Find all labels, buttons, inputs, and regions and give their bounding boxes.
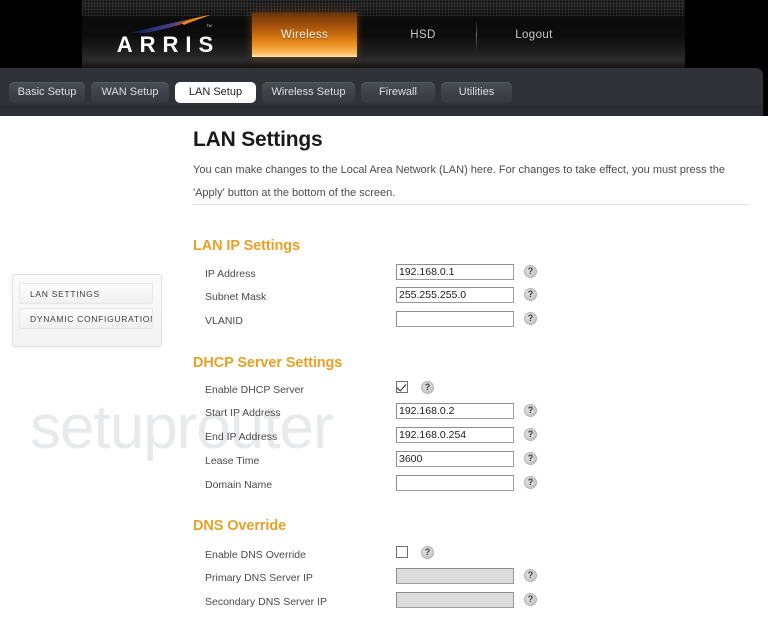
label-ip-address: IP Address	[205, 268, 256, 280]
arris-wordmark: ARRIS	[116, 32, 221, 57]
arris-logo[interactable]: TM ARRIS	[100, 14, 230, 62]
field-row-end-ip: End IP Address ?	[193, 427, 543, 447]
field-row-ip-address: IP Address ?	[193, 264, 543, 284]
site-header: TM ARRIS Wireless HSD Logout	[82, 0, 685, 70]
input-lease-time[interactable]	[396, 451, 514, 467]
input-end-ip-address[interactable]	[396, 427, 514, 443]
label-primary-dns-server-ip: Primary DNS Server IP	[205, 572, 313, 584]
field-row-primary-dns: Primary DNS Server IP ?	[193, 568, 543, 588]
sidebar-item-dynamic-configuration[interactable]: DYNAMIC CONFIGURATION	[19, 308, 153, 329]
help-icon-start-ip-address[interactable]: ?	[524, 404, 537, 417]
main-tab-bar: Basic Setup WAN Setup LAN Setup Wireless…	[0, 68, 763, 116]
topnav-item-hsd[interactable]: HSD	[380, 13, 466, 57]
lan-sidebar-menu: LAN SETTINGS DYNAMIC CONFIGURATION	[12, 274, 162, 347]
label-end-ip-address: End IP Address	[205, 431, 278, 443]
svg-text:TM: TM	[206, 23, 212, 28]
field-row-vlanid: VLANID ?	[193, 311, 543, 331]
help-icon-end-ip-address[interactable]: ?	[524, 428, 537, 441]
topnav-item-wireless[interactable]: Wireless	[252, 13, 357, 57]
tab-basic-setup[interactable]: Basic Setup	[9, 82, 85, 103]
field-row-enable-dhcp: Enable DHCP Server ?	[193, 380, 543, 400]
label-enable-dhcp-server: Enable DHCP Server	[205, 384, 305, 396]
input-domain-name[interactable]	[396, 475, 514, 491]
field-row-subnet-mask: Subnet Mask ?	[193, 287, 543, 307]
input-ip-address[interactable]	[396, 264, 514, 280]
help-icon-secondary-dns-server-ip[interactable]: ?	[524, 593, 537, 606]
label-secondary-dns-server-ip: Secondary DNS Server IP	[205, 596, 327, 608]
field-row-enable-dns-override: Enable DNS Override ?	[193, 545, 543, 565]
label-enable-dns-override: Enable DNS Override	[205, 549, 306, 561]
topnav-item-logout[interactable]: Logout	[488, 13, 580, 57]
help-icon-ip-address[interactable]: ?	[524, 265, 537, 278]
checkbox-enable-dns-override[interactable]	[396, 546, 408, 558]
help-icon-lease-time[interactable]: ?	[524, 452, 537, 465]
tab-utilities[interactable]: Utilities	[441, 82, 512, 103]
help-icon-enable-dhcp-server[interactable]: ?	[421, 381, 434, 394]
field-row-secondary-dns: Secondary DNS Server IP ?	[193, 592, 543, 612]
help-icon-primary-dns-server-ip[interactable]: ?	[524, 569, 537, 582]
help-icon-vlanid[interactable]: ?	[524, 312, 537, 325]
field-row-domain-name: Domain Name ?	[193, 475, 543, 495]
input-secondary-dns-server-ip	[396, 592, 514, 608]
sidebar-item-lan-settings[interactable]: LAN SETTINGS	[19, 283, 153, 304]
arris-swoosh-icon: TM	[128, 15, 212, 33]
page-description: You can make changes to the Local Area N…	[193, 164, 725, 199]
topnav-divider	[476, 20, 477, 50]
browser-screen: TM ARRIS Wireless HSD Logout Basic Setup…	[0, 0, 768, 627]
input-vlanid[interactable]	[396, 311, 514, 327]
tab-lan-setup[interactable]: LAN Setup	[175, 82, 256, 103]
tab-firewall[interactable]: Firewall	[361, 82, 435, 103]
help-icon-enable-dns-override[interactable]: ?	[421, 546, 434, 559]
input-primary-dns-server-ip	[396, 568, 514, 584]
input-subnet-mask[interactable]	[396, 287, 514, 303]
page-content: setuprouter LAN SETTINGS DYNAMIC CONFIGU…	[0, 116, 768, 627]
section-title-lan-ip: LAN IP Settings	[193, 238, 300, 254]
section-divider	[193, 204, 749, 205]
tab-wan-setup[interactable]: WAN Setup	[91, 82, 169, 103]
section-title-dns-override: DNS Override	[193, 518, 287, 534]
help-icon-domain-name[interactable]: ?	[524, 476, 537, 489]
page-title: LAN Settings	[193, 128, 323, 151]
field-row-lease-time: Lease Time ?	[193, 451, 543, 471]
field-row-start-ip: Start IP Address ?	[193, 403, 543, 423]
section-title-dhcp: DHCP Server Settings	[193, 355, 343, 371]
help-icon-subnet-mask[interactable]: ?	[524, 288, 537, 301]
tab-wireless-setup[interactable]: Wireless Setup	[262, 82, 355, 103]
label-lease-time: Lease Time	[205, 455, 260, 467]
input-start-ip-address[interactable]	[396, 403, 514, 419]
label-domain-name: Domain Name	[205, 479, 273, 491]
label-subnet-mask: Subnet Mask	[205, 291, 267, 303]
label-vlanid: VLANID	[205, 315, 243, 327]
checkbox-enable-dhcp-server[interactable]	[396, 381, 408, 393]
label-start-ip-address: Start IP Address	[205, 407, 281, 419]
tab-bar-underline	[0, 105, 763, 116]
